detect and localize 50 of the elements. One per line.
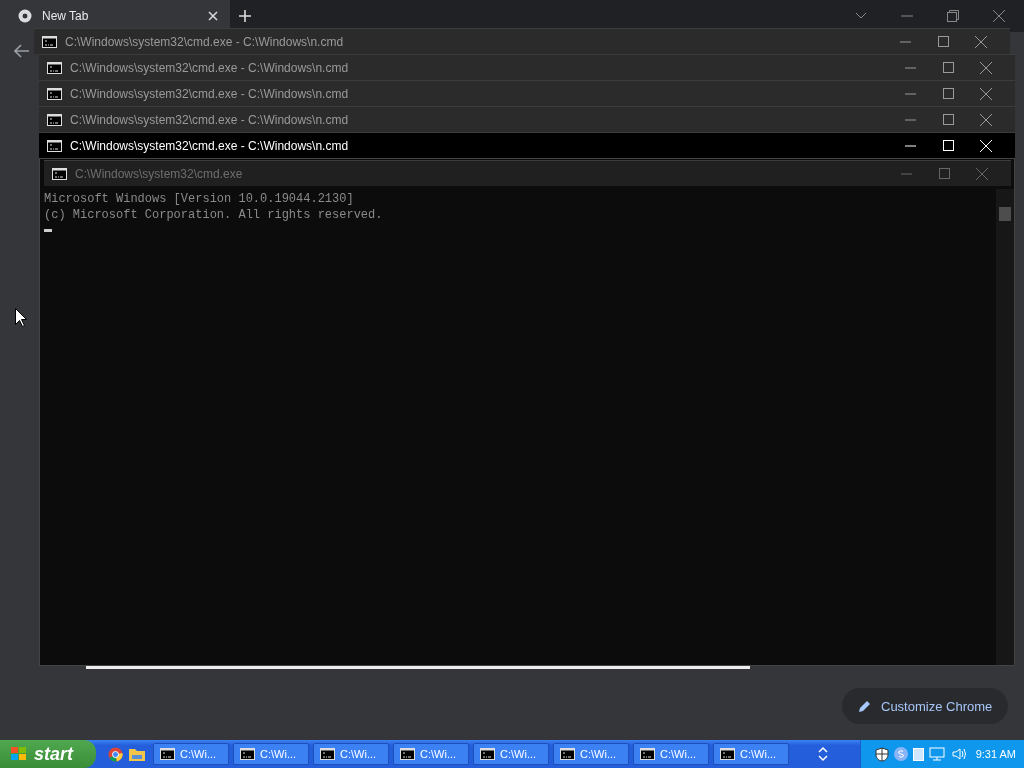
customize-button[interactable]: Customize Chrome	[842, 688, 1009, 724]
folder-icon[interactable]	[129, 747, 145, 761]
square-icon[interactable]	[913, 747, 924, 761]
scrollbar[interactable]	[996, 189, 1014, 665]
taskbar-button[interactable]: C:\Wi...	[713, 743, 789, 765]
speaker-icon[interactable]	[952, 748, 966, 760]
console-text: (c) Microsoft Corporation. All rights reserved.	[44, 208, 383, 222]
text-cursor	[44, 229, 52, 232]
taskbar-button[interactable]: C:\Wi...	[153, 743, 229, 765]
console-icon	[47, 113, 62, 126]
console-icon	[160, 748, 175, 760]
console-icon	[42, 35, 57, 48]
taskbar-button[interactable]: C:\Wi...	[553, 743, 629, 765]
window-title: C:\Windows\system32\cmd.exe - C:\Windows\n.cmd	[65, 34, 345, 49]
console-icon	[47, 87, 62, 100]
window-title: C:\Windows\system32\cmd.exe - C:\Windows\n.cmd	[70, 112, 350, 127]
scroll-down-icon[interactable]	[816, 754, 829, 764]
window-title-bar[interactable]: C:\Windows\system32\cmd.exe - C:\Windows\n.cmd	[39, 132, 1015, 158]
windows-logo-icon	[10, 746, 28, 762]
console-icon	[560, 748, 575, 760]
start-button[interactable]: start	[0, 740, 96, 768]
browser-logo-icon[interactable]	[108, 746, 123, 762]
console-icon	[240, 748, 255, 760]
shield-icon[interactable]	[875, 746, 889, 762]
console-icon	[47, 61, 62, 74]
console-icon	[400, 748, 415, 760]
window-title: C:\Windows\system32\cmd.exe	[75, 166, 244, 181]
console-icon	[480, 748, 495, 760]
console-icon	[720, 748, 735, 760]
circle-s-icon[interactable]	[894, 747, 908, 761]
pencil-icon	[858, 699, 871, 713]
console-icon	[320, 748, 335, 760]
taskbar-button[interactable]: C:\Wi...	[473, 743, 549, 765]
taskbar-button[interactable]: C:\Wi...	[313, 743, 389, 765]
console-text: Microsoft Windows [Version 10.0.19044.2130]	[44, 192, 354, 206]
window-title: C:\Windows\system32\cmd.exe - C:\Windows\n.cmd	[70, 60, 350, 75]
console-icon	[52, 167, 67, 180]
window-title: C:\Windows\system32\cmd.exe - C:\Windows\n.cmd	[70, 86, 350, 101]
clock[interactable]: 9:31 AM	[975, 748, 1016, 760]
window-title: C:\Windows\system32\cmd.exe - C:\Windows\n.cmd	[70, 138, 350, 153]
taskbar-button[interactable]: C:\Wi...	[233, 743, 309, 765]
mouse-pointer-icon	[15, 308, 27, 327]
taskbar-button[interactable]: C:\Wi...	[633, 743, 709, 765]
scroll-up-icon[interactable]	[816, 744, 829, 754]
console-icon	[640, 748, 655, 760]
tab-title: New Tab	[42, 9, 90, 23]
taskbar-button[interactable]: C:\Wi...	[393, 743, 469, 765]
console-icon	[47, 139, 62, 152]
browser-logo-icon	[18, 9, 32, 23]
scrollbar[interactable]	[86, 666, 750, 669]
